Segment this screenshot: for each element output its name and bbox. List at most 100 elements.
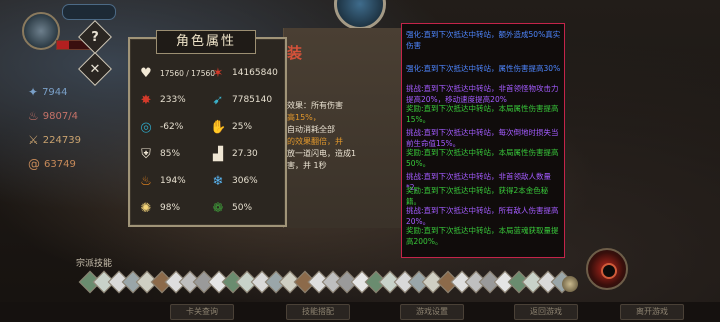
green-orb-icon: ❁ xyxy=(212,200,224,216)
stat-value: 27.30 xyxy=(232,149,258,159)
bottom-menu-button[interactable]: 卡关查询 xyxy=(170,304,234,320)
bottom-menu-button[interactable]: 游戏设置 xyxy=(400,304,464,320)
left-stat-value: 63749 xyxy=(44,158,76,170)
left-stat-value: 9807/4 xyxy=(42,110,78,122)
blue-ring-icon: ◎ xyxy=(140,119,152,135)
left-stat-row: ✦ 7944 xyxy=(28,85,68,99)
scroll-text-line: 的效果翻倍，并 xyxy=(287,137,343,146)
tooltip-entry-label: 强化: xyxy=(406,64,424,73)
crit-damage-icon: ➹ xyxy=(212,92,224,108)
stat-value: 306% xyxy=(232,176,258,186)
tooltip-entry-label: 奖励: xyxy=(406,226,424,235)
tooltip-entry-text: 直到下次抵达中转站，属性伤害提高30% xyxy=(423,64,561,73)
tooltip-entry: 奖励:直到下次抵达中转站，获得2本金色秘籍。 xyxy=(406,186,562,207)
stat-row: ♥ 17560 / 17560 ✶ 14165840 xyxy=(130,60,285,86)
question-icon: ? xyxy=(91,29,99,45)
stat-cell: ✋ 25% xyxy=(210,114,252,140)
bottom-menu-button[interactable]: 返回游戏 xyxy=(514,304,578,320)
close-icon: ✕ xyxy=(89,61,101,77)
stat-row: ✸ 233% ➹ 7785140 xyxy=(130,87,285,113)
tooltip-entry-label: 奖励: xyxy=(406,148,424,157)
stat-row: ✺ 98% ❁ 50% xyxy=(130,195,285,221)
small-orb-icon xyxy=(562,276,578,292)
stat-cell: ✸ 233% xyxy=(138,87,186,113)
left-stat-value: 224739 xyxy=(42,134,81,146)
tooltip-entry: 强化:直到下次抵达中转站，额外造成50%真实伤害 xyxy=(406,30,562,51)
tooltip-entry-label: 奖励: xyxy=(406,104,424,113)
tooltip-entry-label: 挑战: xyxy=(406,172,424,181)
bottom-bar xyxy=(0,302,720,322)
stat-cell: ▟ 27.30 xyxy=(210,141,258,167)
bottom-menu-button[interactable]: 技能搭配 xyxy=(286,304,350,320)
stat-value: 233% xyxy=(160,95,186,105)
heart-icon: ♥ xyxy=(140,65,152,81)
stat-value: 194% xyxy=(160,176,186,186)
orange-sword-icon: ⚔ xyxy=(28,133,39,147)
stat-cell: ❁ 50% xyxy=(210,195,252,221)
scroll-text-line: 害，并 1秒 xyxy=(287,161,327,170)
bottom-menu-button[interactable]: 离开游戏 xyxy=(620,304,684,320)
tooltip-entry-text: 直到下次抵达中转站，所有敌人伤害提高20%。 xyxy=(406,206,559,226)
stat-cell: ◎ -62% xyxy=(138,114,183,140)
stat-cell: ♨ 194% xyxy=(138,168,186,194)
stat-cell: ✶ 14165840 xyxy=(210,60,278,86)
fire-icon: ♨ xyxy=(140,173,152,189)
stat-value: 50% xyxy=(232,203,253,213)
tooltip-entry-label: 挑战: xyxy=(406,206,424,215)
tooltip-entry-label: 挑战: xyxy=(406,84,424,93)
left-stat-row: @63749 xyxy=(28,157,76,171)
stat-value: 98% xyxy=(160,203,181,213)
stat-row: ◎ -62% ✋ 25% xyxy=(130,114,285,140)
blue-feather-icon: ✦ xyxy=(28,85,39,99)
stat-cell: ⛨ 85% xyxy=(138,141,180,167)
ultimate-button[interactable] xyxy=(586,248,628,290)
tooltip-entry: 挑战:直到下次抵达中转站，所有敌人伤害提高20%。 xyxy=(406,206,562,227)
shield-icon: ⛨ xyxy=(141,146,151,162)
red-flame-icon: ♨ xyxy=(28,109,39,123)
stats-panel-title: 角色属性 xyxy=(156,30,256,54)
player-avatar[interactable] xyxy=(22,12,60,50)
left-stat-row: ⚔ 224739 xyxy=(28,133,81,147)
tooltip-entry: 挑战:直到下次抵达中转站，每次倒地时损失当前生命值15%。 xyxy=(406,128,562,149)
stat-cell: ♥ 17560 / 17560 xyxy=(138,60,215,86)
tooltip-entry: 强化:直到下次抵达中转站，属性伤害提高30% xyxy=(406,64,562,75)
boot-icon: ▟ xyxy=(213,146,223,162)
scroll-text-line: 放一道闪电，造成1 xyxy=(287,149,357,158)
claw-icon: ✋ xyxy=(210,119,227,135)
tooltip-entry-label: 奖励: xyxy=(406,186,424,195)
tooltip-entry-text: 直到下次抵达中转站，本局属性伤害提高15%。 xyxy=(406,104,559,124)
tooltip-entry-label: 挑战: xyxy=(406,128,424,137)
snowflake-icon: ❄ xyxy=(212,173,224,189)
stat-value: 7785140 xyxy=(232,95,273,105)
skills-bar xyxy=(76,268,596,302)
hp-bar-fill xyxy=(57,41,69,49)
stat-value: 25% xyxy=(232,122,253,132)
left-stat-value: 7944 xyxy=(42,86,68,98)
tooltip-entry: 奖励:直到下次抵达中转站，本局蓝魂获取量提高200%。 xyxy=(406,226,562,247)
scroll-text-line: 高15%， xyxy=(287,113,321,122)
crit-rate-icon: ✸ xyxy=(140,92,152,108)
tooltip-entry: 挑战:直到下次抵达中转站，非首领怪物攻击力提高20%，移动速度提高20% xyxy=(406,84,562,105)
top-status-capsule xyxy=(62,4,116,20)
tooltip-entry: 奖励:直到下次抵达中转站，本局属性伤害提高15%。 xyxy=(406,104,562,125)
tooltip-entry-text: 直到下次抵达中转站，本局属性伤害提高50%。 xyxy=(406,148,559,168)
stat-value: 14165840 xyxy=(232,68,278,78)
stat-value: 85% xyxy=(160,149,181,159)
stat-cell: ➹ 7785140 xyxy=(210,87,273,113)
stat-row: ♨ 194% ❄ 306% xyxy=(130,168,285,194)
left-stat-row: ♨ 9807/4 xyxy=(28,109,78,123)
tooltip-entry-text: 直到下次抵达中转站，获得2本金色秘籍。 xyxy=(406,186,549,206)
stat-cell: ✺ 98% xyxy=(138,195,180,221)
stat-row: ⛨ 85% ▟ 27.30 xyxy=(130,141,285,167)
character-stats-panel: ♥ 17560 / 17560 ✶ 14165840 ✸ 233% ➹ 7785140 ◎ -62… xyxy=(128,37,287,227)
stat-value: -62% xyxy=(160,122,184,132)
buff-tooltip: 强化:直到下次抵达中转站，额外造成50%真实伤害 强化:直到下次抵达中转站，属性伤… xyxy=(401,23,565,258)
tooltip-entry: 奖励:直到下次抵达中转站，本局属性伤害提高50%。 xyxy=(406,148,562,169)
stat-value: 17560 / 17560 xyxy=(160,68,216,78)
scroll-text-line: 自动消耗全部 xyxy=(287,125,335,134)
tooltip-entry-text: 直到下次抵达中转站，非首领怪物攻击力提高20%，移动速度提高20% xyxy=(406,84,559,104)
tooltip-entry-text: 直到下次抵达中转站，额外造成50%真实伤害 xyxy=(406,30,561,50)
red-attack-icon: ✶ xyxy=(212,65,224,81)
tooltip-entry-label: 强化: xyxy=(406,30,424,39)
scroll-text-line: 效果：所有伤害 xyxy=(287,101,343,110)
